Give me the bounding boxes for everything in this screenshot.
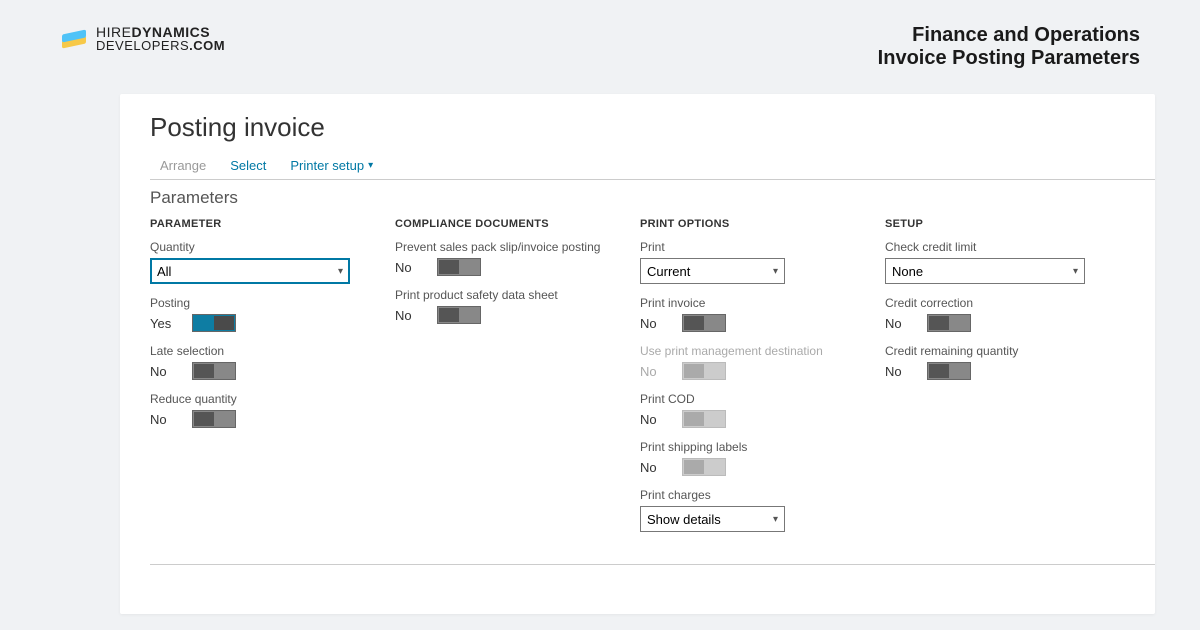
toggle-state-reduce-qty: No: [150, 412, 174, 427]
toggle-state-credit-correction: No: [885, 316, 909, 331]
label-print-invoice: Print invoice: [640, 296, 865, 310]
logo-text: HIREDYNAMICS DEVELOPERS.COM: [96, 25, 225, 52]
label-print: Print: [640, 240, 865, 254]
field-late-selection: Late selection No: [150, 344, 375, 380]
page-title: Posting invoice: [120, 94, 1155, 158]
label-credit-remaining: Credit remaining quantity: [885, 344, 1110, 358]
dropdown-check-credit[interactable]: None ▾: [885, 258, 1085, 284]
field-reduce-qty: Reduce quantity No: [150, 392, 375, 428]
header-caption: Finance and Operations Invoice Posting P…: [878, 24, 1140, 70]
toggle-print-cod[interactable]: [682, 410, 726, 428]
field-print-shipping: Print shipping labels No: [640, 440, 865, 476]
tab-printer-setup[interactable]: Printer setup ▾: [290, 158, 373, 173]
field-print-charges: Print charges Show details ▾: [640, 488, 865, 532]
app-window: Posting invoice Arrange Select Printer s…: [120, 94, 1155, 614]
field-credit-correction: Credit correction No: [885, 296, 1110, 332]
toggle-state-late-selection: No: [150, 364, 174, 379]
toggle-state-print-cod: No: [640, 412, 664, 427]
toggle-print-invoice[interactable]: [682, 314, 726, 332]
col-header-compliance: COMPLIANCE DOCUMENTS: [395, 218, 620, 230]
toggle-safety-sheet[interactable]: [437, 306, 481, 324]
col-parameter: PARAMETER Quantity All ▾ Posting Yes: [150, 218, 395, 544]
field-print-invoice: Print invoice No: [640, 296, 865, 332]
label-print-cod: Print COD: [640, 392, 865, 406]
chevron-down-icon: ▾: [773, 266, 778, 277]
label-credit-correction: Credit correction: [885, 296, 1110, 310]
label-print-shipping: Print shipping labels: [640, 440, 865, 454]
col-header-setup: SETUP: [885, 218, 1110, 230]
field-credit-remaining: Credit remaining quantity No: [885, 344, 1110, 380]
section-title-parameters: Parameters: [120, 180, 1155, 218]
logo: HIREDYNAMICS DEVELOPERS.COM: [60, 24, 225, 52]
chevron-down-icon: ▾: [773, 514, 778, 525]
col-compliance: COMPLIANCE DOCUMENTS Prevent sales pack …: [395, 218, 640, 544]
dropdown-print-charges[interactable]: Show details ▾: [640, 506, 785, 532]
label-print-charges: Print charges: [640, 488, 865, 502]
dropdown-print[interactable]: Current ▾: [640, 258, 785, 284]
col-header-parameter: PARAMETER: [150, 218, 375, 230]
col-setup: SETUP Check credit limit None ▾ Credit c…: [885, 218, 1130, 544]
toggle-state-credit-remaining: No: [885, 364, 909, 379]
dropdown-quantity[interactable]: All ▾: [150, 258, 350, 284]
toggle-print-shipping[interactable]: [682, 458, 726, 476]
chevron-down-icon: ▾: [338, 266, 343, 277]
label-posting: Posting: [150, 296, 375, 310]
tabs: Arrange Select Printer setup ▾: [120, 158, 1155, 179]
toggle-late-selection[interactable]: [192, 362, 236, 380]
toggle-use-print-mgmt: [682, 362, 726, 380]
field-print: Print Current ▾: [640, 240, 865, 284]
col-print-options: PRINT OPTIONS Print Current ▾ Print invo…: [640, 218, 885, 544]
toggle-state-use-print-mgmt: No: [640, 364, 664, 379]
label-check-credit: Check credit limit: [885, 240, 1110, 254]
logo-icon: [60, 24, 88, 52]
label-reduce-qty: Reduce quantity: [150, 392, 375, 406]
label-prevent-posting: Prevent sales pack slip/invoice posting: [395, 240, 620, 254]
chevron-down-icon: ▾: [1073, 266, 1078, 277]
label-quantity: Quantity: [150, 240, 375, 254]
tab-arrange[interactable]: Arrange: [160, 158, 206, 173]
field-posting: Posting Yes: [150, 296, 375, 332]
field-prevent-posting: Prevent sales pack slip/invoice posting …: [395, 240, 620, 276]
toggle-credit-correction[interactable]: [927, 314, 971, 332]
toggle-prevent-posting[interactable]: [437, 258, 481, 276]
toggle-state-print-invoice: No: [640, 316, 664, 331]
field-use-print-mgmt: Use print management destination No: [640, 344, 865, 380]
chevron-down-icon: ▾: [368, 160, 373, 171]
field-check-credit: Check credit limit None ▾: [885, 240, 1110, 284]
label-late-selection: Late selection: [150, 344, 375, 358]
page-frame: HIREDYNAMICS DEVELOPERS.COM Finance and …: [0, 0, 1200, 630]
toggle-state-safety-sheet: No: [395, 308, 419, 323]
field-safety-sheet: Print product safety data sheet No: [395, 288, 620, 324]
divider-bottom: [150, 564, 1155, 565]
toggle-state-prevent-posting: No: [395, 260, 419, 275]
field-print-cod: Print COD No: [640, 392, 865, 428]
toggle-posting[interactable]: [192, 314, 236, 332]
toggle-credit-remaining[interactable]: [927, 362, 971, 380]
toggle-state-posting: Yes: [150, 316, 174, 331]
header-bar: HIREDYNAMICS DEVELOPERS.COM Finance and …: [0, 24, 1200, 84]
parameters-grid: PARAMETER Quantity All ▾ Posting Yes: [120, 218, 1155, 544]
toggle-state-print-shipping: No: [640, 460, 664, 475]
col-header-print: PRINT OPTIONS: [640, 218, 865, 230]
tab-select[interactable]: Select: [230, 158, 266, 173]
label-safety-sheet: Print product safety data sheet: [395, 288, 620, 302]
label-use-print-mgmt: Use print management destination: [640, 344, 865, 358]
toggle-reduce-qty[interactable]: [192, 410, 236, 428]
field-quantity: Quantity All ▾: [150, 240, 375, 284]
